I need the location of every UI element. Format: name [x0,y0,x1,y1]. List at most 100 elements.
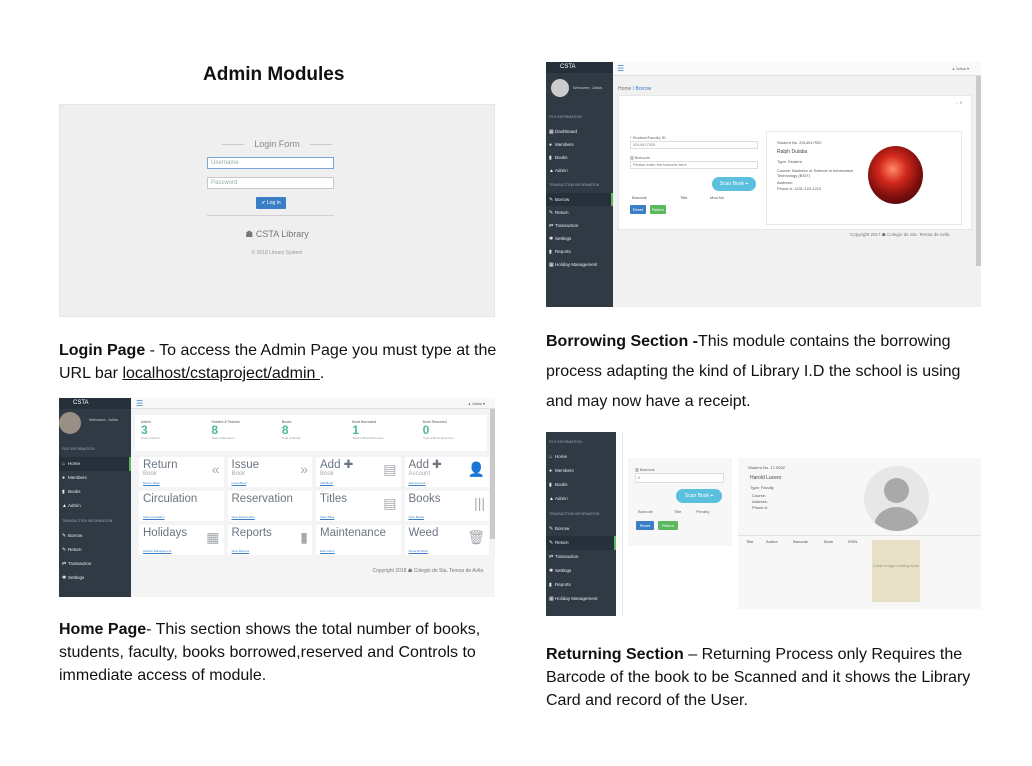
module-tile[interactable]: Maintenance Edit Author [316,525,401,555]
sidebar-item-transaction[interactable]: ⇄ Transaction [546,219,613,232]
module-tile[interactable]: Books View Books ||| [404,491,489,521]
sidebar-item-home[interactable]: ⌂ Home [546,450,616,464]
scrollbar[interactable] [490,409,495,539]
menu-icon[interactable]: ☰ [617,62,624,76]
sidebar-item-borrow[interactable]: ✎ Borrow [59,529,131,543]
tile-link[interactable]: View Reservation [232,515,255,519]
tile-link[interactable]: Edit Author [320,549,335,553]
sidebar-item-transaction[interactable]: ⇄ Transaction [546,550,616,564]
sidebar-item-label: Books [555,155,568,160]
login-caption: Login Page - To access the Admin Page yo… [59,339,499,385]
sidebar-item-label: Return [555,210,569,215]
module-tile[interactable]: Issue Book Issue Book » [227,457,312,487]
section-transaction-info: TRANSACTION INFORMATION [62,519,113,523]
avatar [551,79,569,97]
scrollbar[interactable] [976,76,981,266]
module-tile[interactable]: Reservation View Reservation [227,491,312,521]
module-tile[interactable]: Weed Weed Rubbish 🗑 [404,525,489,555]
borrow-caption-title: Borrowing Section - [546,333,698,350]
tile-link[interactable]: View Reports [232,549,250,553]
user-menu[interactable]: ◕ Jollus ▾ [952,62,969,76]
tile-link[interactable]: Add Book [320,481,333,485]
sidebar-item-label: Borrow [555,526,570,531]
barcode-input[interactable]: Please enter the barcode here [630,161,758,169]
sidebar-item-settings[interactable]: ✱ Settings [59,571,131,585]
sidebar-item-transaction[interactable]: ⇄ Transaction [59,557,131,571]
login-button[interactable]: ✔ Log in [256,197,286,209]
tile-link[interactable]: View Circulation [143,515,164,519]
sidebar-item-books[interactable]: ▮ Books [59,485,131,499]
sidebar-item-borrow[interactable]: ✎ Borrow [546,193,613,206]
sidebar-item-admin[interactable]: ▲Admin [546,492,616,506]
sidebar-item-holiday[interactable]: ▦Holiday Management [546,592,616,606]
breadcrumb-current: Borrow [635,86,652,92]
sidebar-item-home[interactable]: ⌂ Home [59,457,131,471]
card-course: Course: Bachelor of Science in Informati… [777,168,854,178]
home-caption: Home Page- This section shows the total … [59,618,499,687]
card-name: Ralph Dulaba [777,149,808,155]
module-tile[interactable]: Circulation View Circulation [139,491,224,521]
tile-icon: ▮ [300,529,308,545]
sidebar-item-members[interactable]: ● Members [546,138,613,151]
sidebar-item-members[interactable]: ● Members [546,464,616,478]
module-tile[interactable]: Holidays Holiday Management ▦ [139,525,224,555]
sidebar-item-return[interactable]: ✎ Return [59,543,131,557]
return-button[interactable]: Return [658,521,678,530]
sidebar-item-books[interactable]: ▮ Books [546,151,613,164]
sidebar-item-label: Settings [555,236,572,241]
tile-icon: » [300,461,308,477]
module-tile[interactable]: Add ✚ Account Add Account 👤 [404,457,489,487]
sidebar-item-label: Members [68,475,87,480]
sidebar-item-borrow[interactable]: ✎ Borrow [546,522,616,536]
sidebar-item-settings[interactable]: ✱ Settings [546,232,613,245]
reset-button[interactable]: Reset [636,521,654,530]
return-button[interactable]: Return [650,205,666,214]
sidebar-item-admin[interactable]: ▲Admin [546,164,613,177]
sidebar-item-return[interactable]: ✎ Return [546,536,616,550]
sidebar-item-dashboard[interactable]: ▦Dashboard [546,125,613,138]
module-tile[interactable]: Reports View Reports ▮ [227,525,312,555]
stat-footer: Total of Book Reserved [422,436,454,440]
tile-link[interactable]: Issue Book [232,481,247,485]
scan-book-button[interactable]: Scan Book ⌖ [676,489,722,503]
password-field[interactable]: Password [207,177,334,189]
module-tile[interactable]: Add ✚ Book Add Book ▤ [316,457,401,487]
user-menu[interactable]: ◕ Jollus ▾ [468,398,485,409]
stat-admin: Admin 3 Total of Admin [135,415,205,451]
stat-value: 8 [281,423,289,437]
sidebar-item-admin[interactable]: ▲Admin [59,499,131,513]
module-tile[interactable]: Return Book Return Book « [139,457,224,487]
sidebar-item-holiday[interactable]: ▦Holiday Management [546,258,613,271]
sidebar-item-return[interactable]: ✎ Return [546,206,613,219]
stat-value: 8 [211,423,219,437]
module-tile[interactable]: Titles View Titles ▤ [316,491,401,521]
breadcrumb-home[interactable]: Home [618,86,631,92]
tile-link[interactable]: View Books [409,515,425,519]
borrow-topbar: ☰ ◕ Jollus ▾ [613,62,981,76]
username-field[interactable]: Username [207,157,334,169]
barcode-input[interactable]: 0 [635,473,724,483]
menu-icon[interactable]: ☰ [136,398,143,409]
sidebar-item-label: Transaction [555,554,579,559]
stat-footer: Total of Members [211,436,235,440]
sidebar-item-books[interactable]: ▮ Books [546,478,616,492]
reset-button[interactable]: Reset [630,205,646,214]
stat-value: 1 [352,423,359,437]
sidebar-item-label: Holiday Management [555,262,598,267]
tile-link[interactable]: Add Account [409,481,426,485]
sidebar-item-members[interactable]: ● Members [59,471,131,485]
tile-link[interactable]: Return Book [143,481,160,485]
panel-controls[interactable]: – ✕ [956,100,963,105]
sidebar-item-settings[interactable]: ✱ Settings [546,564,616,578]
tile-link[interactable]: Holiday Management [143,549,171,553]
sidebar-item-label: Admin [68,503,81,508]
scan-book-button[interactable]: Scan Book ⌖ [712,177,756,191]
col-barcode: Barcode [638,509,653,514]
history-col-author: Author [766,539,778,544]
tile-link[interactable]: Weed Rubbish [409,549,429,553]
avatar [59,412,81,434]
tile-link[interactable]: View Titles [320,515,334,519]
student-id-input[interactable]: 2014017920 [630,141,758,149]
sidebar-item-reports[interactable]: ▮ Reports [546,578,616,592]
sidebar-item-reports[interactable]: ▮ Reports [546,245,613,258]
